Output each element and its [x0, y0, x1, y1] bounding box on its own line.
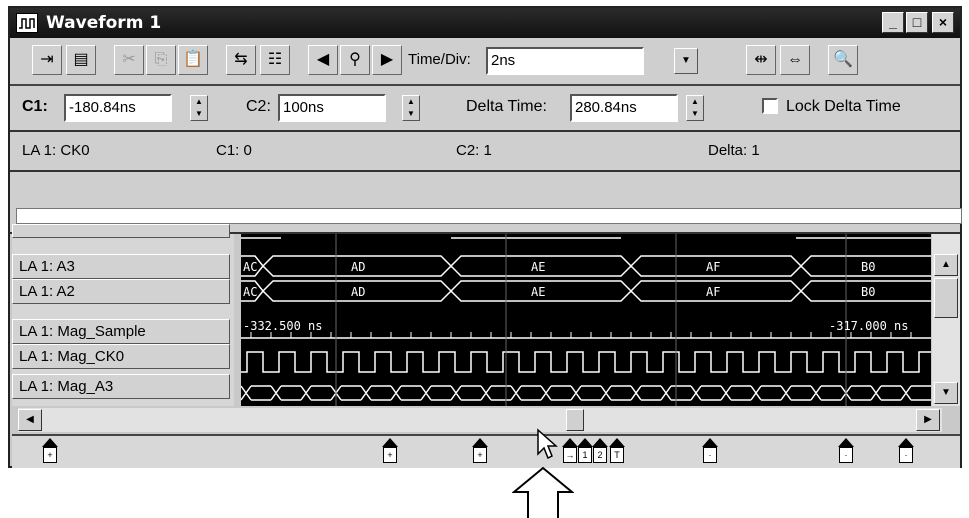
lock-delta-label: Lock Delta Time: [786, 98, 901, 115]
right-arrow-icon[interactable]: ▶: [372, 45, 402, 75]
goto-icon[interactable]: ⇆: [226, 45, 256, 75]
mag-ck0-trace: [241, 351, 931, 373]
cut-icon[interactable]: ✂: [114, 45, 144, 75]
cursor-marker-c1[interactable]: →: [562, 438, 578, 464]
a3-value-0: AC: [243, 260, 257, 274]
marker-icon[interactable]: ·: [898, 438, 914, 464]
close-button[interactable]: ×: [932, 12, 954, 33]
marker-icon[interactable]: +: [42, 438, 58, 464]
copy-icon[interactable]: ⎘: [146, 45, 176, 75]
scroll-down-icon[interactable]: ▼: [934, 382, 958, 404]
a2-value-4: B0: [861, 285, 875, 299]
paste-icon[interactable]: 📋: [178, 45, 208, 75]
a2-value-1: AD: [351, 285, 365, 299]
timediv-select[interactable]: 2ns: [486, 47, 644, 75]
vertical-scrollbar[interactable]: ▲ ▼: [932, 234, 960, 406]
status-c2: C2: 1: [456, 142, 492, 159]
marker-icon[interactable]: ·: [702, 438, 718, 464]
cursor-marker-2[interactable]: 2: [592, 438, 608, 464]
marker-icon[interactable]: +: [472, 438, 488, 464]
maximize-button[interactable]: □: [906, 12, 928, 33]
a2-value-0: AC: [243, 285, 257, 299]
c1-label: C1:: [22, 98, 48, 115]
signal-name-a3[interactable]: LA 1: A3: [12, 254, 230, 279]
signal-name-partial: [12, 224, 230, 238]
signal-name-mag-ck0[interactable]: LA 1: Mag_CK0: [12, 344, 230, 369]
add-signal-icon[interactable]: ▤: [66, 45, 96, 75]
waveform-app-icon: [16, 13, 38, 33]
grid-lines: [335, 234, 847, 406]
trigger-marker-icon[interactable]: T: [609, 438, 625, 464]
window-title: Waveform 1: [46, 13, 162, 33]
waveform-window: Waveform 1 _ □ × ⇥ ▤ ✂ ⎘ 📋 ⇆ ☷ ◀ ⚲ ▶ Tim…: [8, 6, 962, 468]
status-signal: LA 1: CK0: [22, 142, 90, 159]
find-icon[interactable]: ⚲: [340, 45, 370, 75]
signal-name-a2[interactable]: LA 1: A2: [12, 279, 230, 304]
cursor-marker-1[interactable]: 1: [577, 438, 593, 464]
scroll-right-icon[interactable]: ▶: [916, 409, 940, 431]
c2-field[interactable]: 100ns: [278, 94, 386, 122]
marker-icon[interactable]: +: [382, 438, 398, 464]
delta-time-field[interactable]: 280.84ns: [570, 94, 678, 122]
timediv-dropdown-icon[interactable]: ▼: [674, 48, 698, 74]
a2-value-3: AF: [706, 285, 720, 299]
mag-sample-left-time: -332.500 ns: [243, 319, 322, 333]
lock-delta-checkbox[interactable]: [762, 98, 778, 114]
c1-spinner[interactable]: ▲ ▼: [190, 95, 208, 121]
mag-a3-trace: [241, 385, 931, 401]
overview-band[interactable]: [16, 208, 962, 224]
scroll-left-icon[interactable]: ◀: [18, 409, 42, 431]
compress-icon[interactable]: ⇹: [746, 45, 776, 75]
signal-name-mag-a3[interactable]: LA 1: Mag_A3: [12, 374, 230, 399]
marker-icon[interactable]: ·: [838, 438, 854, 464]
timediv-label: Time/Div:: [408, 51, 471, 68]
left-arrow-icon[interactable]: ◀: [308, 45, 338, 75]
signal-name-mag-sample[interactable]: LA 1: Mag_Sample: [12, 319, 230, 344]
a3-value-4: B0: [861, 260, 875, 274]
toolbar: ⇥ ▤ ✂ ⎘ 📋 ⇆ ☷ ◀ ⚲ ▶ Time/Div: 2ns ▼ ⇹ ⇔ …: [10, 38, 960, 86]
delta-time-label: Delta Time:: [466, 98, 547, 115]
mag-sample-ticks: [250, 332, 912, 338]
zoom-icon[interactable]: 🔍: [828, 45, 858, 75]
a2-value-2: AE: [531, 285, 545, 299]
title-bar[interactable]: Waveform 1 _ □ ×: [10, 8, 960, 38]
status-c1: C1: 0: [216, 142, 252, 159]
cursor-panel: C1: -180.84ns ▲ ▼ C2: 100ns ▲ ▼ Delta Time…: [10, 86, 960, 132]
bus-a3-trace: [241, 255, 931, 277]
waveform-display[interactable]: AC AD AE AF B0 AC AD AE AF B0 -332.500 n…: [241, 234, 931, 406]
delta-spinner[interactable]: ▲ ▼: [686, 95, 704, 121]
mouse-pointer-icon: [537, 428, 558, 460]
expand-icon[interactable]: ⇔: [780, 45, 810, 75]
properties-icon[interactable]: ☷: [260, 45, 290, 75]
marker-bar[interactable]: + + + → 1 2 T · · ·: [12, 434, 960, 468]
signal-name-list: LA 1: A3 LA 1: A2 LA 1: Mag_Sample LA 1:…: [12, 224, 234, 406]
waveform-canvas: AC AD AE AF B0 AC AD AE AF B0 -332.500 n…: [241, 234, 931, 406]
a3-value-1: AD: [351, 260, 365, 274]
callout-arrow-icon: [512, 466, 574, 518]
scroll-up-icon[interactable]: ▲: [934, 254, 958, 276]
vertical-scroll-thumb[interactable]: [934, 278, 958, 318]
c1-field[interactable]: -180.84ns: [64, 94, 172, 122]
c2-label: C2:: [246, 98, 271, 115]
a3-value-2: AE: [531, 260, 545, 274]
horizontal-scroll-thumb[interactable]: [566, 409, 584, 431]
status-row: LA 1: CK0 C1: 0 C2: 1 Delta: 1: [10, 132, 960, 172]
c2-spinner[interactable]: ▲ ▼: [402, 95, 420, 121]
a3-value-3: AF: [706, 260, 720, 274]
minimize-button[interactable]: _: [882, 12, 904, 33]
bus-a2-trace: [241, 280, 931, 302]
mag-sample-right-time: -317.000 ns: [829, 319, 908, 333]
horizontal-scrollbar[interactable]: ◀ ▶: [18, 408, 942, 432]
status-delta: Delta: 1: [708, 142, 760, 159]
insert-icon[interactable]: ⇥: [32, 45, 62, 75]
